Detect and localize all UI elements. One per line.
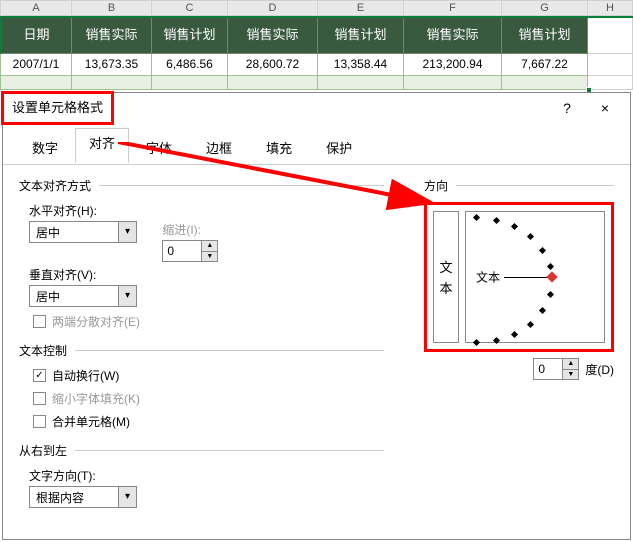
cell[interactable]: 日期 [0, 18, 72, 54]
tab-font[interactable]: 字体 [129, 130, 189, 165]
justify-distributed-checkbox [33, 315, 46, 328]
dial-text-label: 文本 [476, 269, 500, 286]
col-header-f[interactable]: F [404, 0, 502, 16]
col-header-b[interactable]: B [72, 0, 152, 16]
cell[interactable] [588, 54, 633, 76]
cell[interactable] [588, 18, 633, 54]
data-row: 2007/1/1 13,673.35 6,486.56 28,600.72 13… [0, 54, 633, 76]
section-text-control: 文本控制 [19, 342, 384, 359]
dropdown-icon[interactable]: ▾ [118, 487, 136, 507]
dial-pointer [546, 271, 557, 282]
col-header-h[interactable]: H [588, 0, 633, 16]
dialog-title: 设置单元格格式 [1, 91, 114, 125]
col-header-d[interactable]: D [228, 0, 318, 16]
spreadsheet: A B C D E F G H 日期 销售实际 销售计划 销售实际 销售计划 销… [0, 0, 633, 90]
tab-protection[interactable]: 保护 [309, 130, 369, 165]
cell[interactable]: 销售计划 [318, 18, 404, 54]
cell[interactable]: 7,667.22 [502, 54, 588, 76]
section-text-alignment: 文本对齐方式 [19, 177, 384, 194]
cell[interactable]: 销售实际 [228, 18, 318, 54]
merge-cells-checkbox[interactable] [33, 415, 46, 428]
h-align-label: 水平对齐(H): [29, 202, 384, 219]
wrap-text-checkbox[interactable]: ✓ [33, 369, 46, 382]
tabs: 数字 对齐 字体 边框 填充 保护 [3, 129, 630, 165]
spinner-down-icon[interactable]: ▼ [563, 370, 578, 380]
degree-spinner[interactable]: ▲ ▼ [533, 358, 579, 380]
merge-cells-label: 合并单元格(M) [52, 413, 130, 430]
cell[interactable] [318, 76, 404, 90]
data-row [0, 76, 633, 90]
tab-number[interactable]: 数字 [15, 130, 75, 165]
h-align-combo[interactable]: ▾ [29, 221, 137, 243]
cell[interactable]: 6,486.56 [152, 54, 228, 76]
orientation-control: 文 本 文本 [424, 202, 614, 352]
close-button[interactable]: × [586, 94, 624, 122]
header-row: 日期 销售实际 销售计划 销售实际 销售计划 销售实际 销售计划 [0, 16, 633, 54]
cell[interactable]: 销售实际 [72, 18, 152, 54]
wrap-text-label: 自动换行(W) [52, 367, 119, 384]
dialog-title-bar: 设置单元格格式 ? × [3, 93, 630, 123]
orient-vert-char: 本 [439, 278, 452, 297]
v-align-input[interactable] [30, 286, 118, 306]
cell[interactable] [404, 76, 502, 90]
col-header-c[interactable]: C [152, 0, 228, 16]
orient-vert-char: 文 [439, 257, 452, 276]
text-direction-label: 文字方向(T): [29, 467, 384, 484]
cell[interactable]: 2007/1/1 [0, 54, 72, 76]
section-orientation: 方向 [424, 177, 614, 194]
section-label: 文本控制 [19, 342, 67, 359]
v-align-combo[interactable]: ▾ [29, 285, 137, 307]
shrink-fit-checkbox [33, 392, 46, 405]
vertical-text-button[interactable]: 文 本 [433, 211, 459, 343]
cell[interactable] [72, 76, 152, 90]
dropdown-icon[interactable]: ▾ [118, 222, 136, 242]
section-label: 文本对齐方式 [19, 177, 91, 194]
cell[interactable]: 销售实际 [404, 18, 502, 54]
indent-spinner[interactable]: ▲ ▼ [162, 240, 218, 262]
section-rtl: 从右到左 [19, 442, 384, 459]
shrink-fit-label: 缩小字体填充(K) [52, 390, 140, 407]
indent-label: 缩进(I): [162, 221, 218, 238]
cell[interactable] [588, 76, 633, 90]
cell[interactable]: 13,673.35 [72, 54, 152, 76]
orientation-dial[interactable]: 文本 [465, 211, 605, 343]
cell[interactable] [0, 76, 72, 90]
tab-alignment[interactable]: 对齐 [75, 128, 129, 163]
h-align-input[interactable] [30, 222, 118, 242]
justify-distributed-label: 两端分散对齐(E) [52, 313, 140, 330]
v-align-label: 垂直对齐(V): [29, 266, 384, 283]
spinner-up-icon[interactable]: ▲ [563, 359, 578, 370]
dropdown-icon[interactable]: ▾ [118, 286, 136, 306]
cell[interactable] [228, 76, 318, 90]
indent-input[interactable] [163, 241, 201, 261]
text-direction-combo[interactable]: ▾ [29, 486, 137, 508]
col-header-a[interactable]: A [0, 0, 72, 16]
cell[interactable] [152, 76, 228, 90]
text-direction-input[interactable] [30, 487, 118, 507]
tab-fill[interactable]: 填充 [249, 130, 309, 165]
col-header-e[interactable]: E [318, 0, 404, 16]
degree-input[interactable] [534, 359, 562, 379]
format-cells-dialog: 设置单元格格式 ? × 数字 对齐 字体 边框 填充 保护 文本对齐方式 水平对… [2, 92, 631, 540]
cell[interactable]: 13,358.44 [318, 54, 404, 76]
column-headers: A B C D E F G H [0, 0, 633, 16]
cell[interactable]: 销售计划 [152, 18, 228, 54]
spinner-up-icon[interactable]: ▲ [202, 241, 217, 252]
cell[interactable] [502, 76, 588, 90]
section-label: 方向 [424, 177, 448, 194]
cell[interactable]: 28,600.72 [228, 54, 318, 76]
help-button[interactable]: ? [548, 94, 586, 122]
degree-label: 度(D) [585, 361, 614, 378]
cell[interactable]: 213,200.94 [404, 54, 502, 76]
col-header-g[interactable]: G [502, 0, 588, 16]
section-label: 从右到左 [19, 442, 67, 459]
tab-border[interactable]: 边框 [189, 130, 249, 165]
spinner-down-icon[interactable]: ▼ [202, 252, 217, 262]
cell[interactable]: 销售计划 [502, 18, 588, 54]
dial-needle [504, 277, 550, 278]
